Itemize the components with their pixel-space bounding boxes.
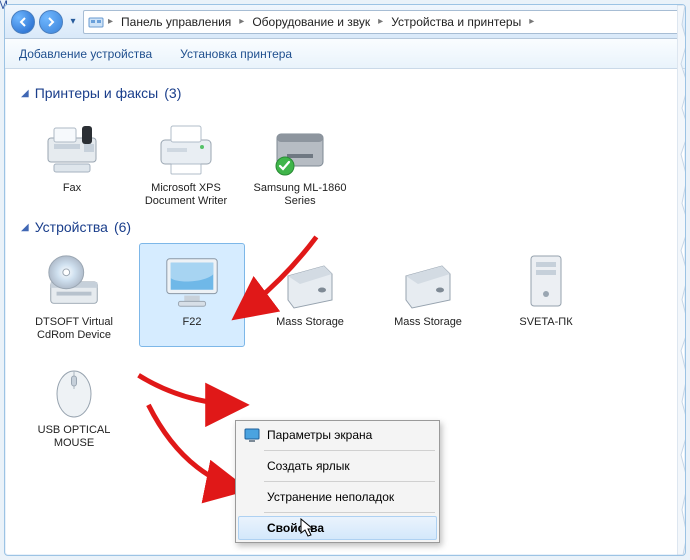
monitor-icon xyxy=(161,250,223,312)
context-menu: Параметры экрана Создать ярлык Устранени… xyxy=(235,420,440,543)
device-label: Microsoft XPS Document Writer xyxy=(138,182,234,208)
group-header-devices[interactable]: ◢ Устройства (6) xyxy=(21,219,669,235)
device-label: Mass Storage xyxy=(394,316,462,342)
device-label: DTSOFT Virtual CdRom Device xyxy=(24,316,124,342)
install-printer-button[interactable]: Установка принтера xyxy=(180,47,292,61)
printers-grid: Fax Microsoft XPS Document Writer xyxy=(21,109,669,213)
external-drive-icon xyxy=(397,250,459,312)
device-label: Samsung ML-1860 Series xyxy=(252,182,348,208)
menu-item-create-shortcut[interactable]: Создать ярлык xyxy=(238,454,437,478)
nav-history-dropdown[interactable]: ▾ xyxy=(67,16,79,27)
back-button[interactable] xyxy=(11,10,35,34)
arrow-right-icon xyxy=(46,17,56,27)
device-item-monitor-f22[interactable]: F22 xyxy=(139,243,245,347)
cursor-icon xyxy=(300,518,318,538)
device-label: F22 xyxy=(183,316,202,342)
collapse-icon: ◢ xyxy=(21,88,29,99)
collapse-icon: ◢ xyxy=(21,222,29,233)
breadcrumb-bar[interactable]: ▸ Панель управления ▸ Оборудование и зву… xyxy=(83,10,679,34)
menu-item-label: Устранение неполадок xyxy=(267,490,394,504)
blank-icon xyxy=(243,457,261,475)
menu-item-label: Создать ярлык xyxy=(267,459,350,473)
menu-item-troubleshoot[interactable]: Устранение неполадок xyxy=(238,485,437,509)
menu-separator xyxy=(264,512,435,513)
menu-item-properties[interactable]: Свойства xyxy=(238,516,437,540)
device-label: Fax xyxy=(63,182,81,208)
window-frame: ▾ ▸ Панель управления ▸ Оборудование и з… xyxy=(4,4,686,556)
menu-separator xyxy=(264,481,435,482)
chevron-right-icon: ▸ xyxy=(106,16,115,27)
menu-item-display-settings[interactable]: Параметры экрана xyxy=(238,423,437,447)
optical-drive-icon xyxy=(43,250,105,312)
breadcrumb-item[interactable]: Панель управления xyxy=(117,15,235,29)
group-title: Устройства xyxy=(35,219,108,235)
breadcrumb-item[interactable]: Устройства и принтеры xyxy=(387,15,525,29)
device-item-computer[interactable]: SVETA-ПК xyxy=(493,243,599,347)
control-panel-icon xyxy=(88,14,104,30)
menu-item-label: Параметры экрана xyxy=(267,428,372,442)
group-count: (3) xyxy=(164,85,181,101)
blank-icon xyxy=(243,519,261,537)
printer-icon xyxy=(155,116,217,178)
computer-tower-icon xyxy=(515,250,577,312)
group-count: (6) xyxy=(114,219,131,235)
nav-bar: ▾ ▸ Панель управления ▸ Оборудование и з… xyxy=(5,5,685,39)
device-item-xps[interactable]: Microsoft XPS Document Writer xyxy=(135,109,237,213)
display-settings-icon xyxy=(243,426,261,444)
device-item-mouse[interactable]: USB OPTICAL MOUSE xyxy=(21,351,127,455)
device-item-cdrom[interactable]: DTSOFT Virtual CdRom Device xyxy=(21,243,127,347)
device-label: USB OPTICAL MOUSE xyxy=(24,424,124,450)
blank-icon xyxy=(243,488,261,506)
chevron-right-icon: ▸ xyxy=(376,16,385,27)
fax-icon xyxy=(41,116,103,178)
external-drive-icon xyxy=(279,250,341,312)
laser-printer-icon xyxy=(269,116,331,178)
device-label: SVETA-ПК xyxy=(519,316,572,342)
group-title: Принтеры и факсы xyxy=(35,85,159,101)
chevron-right-icon: ▸ xyxy=(527,16,536,27)
breadcrumb-item[interactable]: Оборудование и звук xyxy=(248,15,374,29)
device-item-storage-2[interactable]: Mass Storage xyxy=(375,243,481,347)
arrow-left-icon xyxy=(18,17,28,27)
mouse-icon xyxy=(43,358,105,420)
chevron-right-icon: ▸ xyxy=(237,16,246,27)
menu-separator xyxy=(264,450,435,451)
device-item-fax[interactable]: Fax xyxy=(21,109,123,213)
device-label: Mass Storage xyxy=(276,316,344,342)
forward-button[interactable] xyxy=(39,10,63,34)
device-item-storage-1[interactable]: Mass Storage xyxy=(257,243,363,347)
add-device-button[interactable]: Добавление устройства xyxy=(19,47,152,61)
group-header-printers[interactable]: ◢ Принтеры и факсы (3) xyxy=(21,85,669,101)
device-item-samsung[interactable]: Samsung ML-1860 Series xyxy=(249,109,351,213)
command-bar: Добавление устройства Установка принтера xyxy=(5,39,685,69)
